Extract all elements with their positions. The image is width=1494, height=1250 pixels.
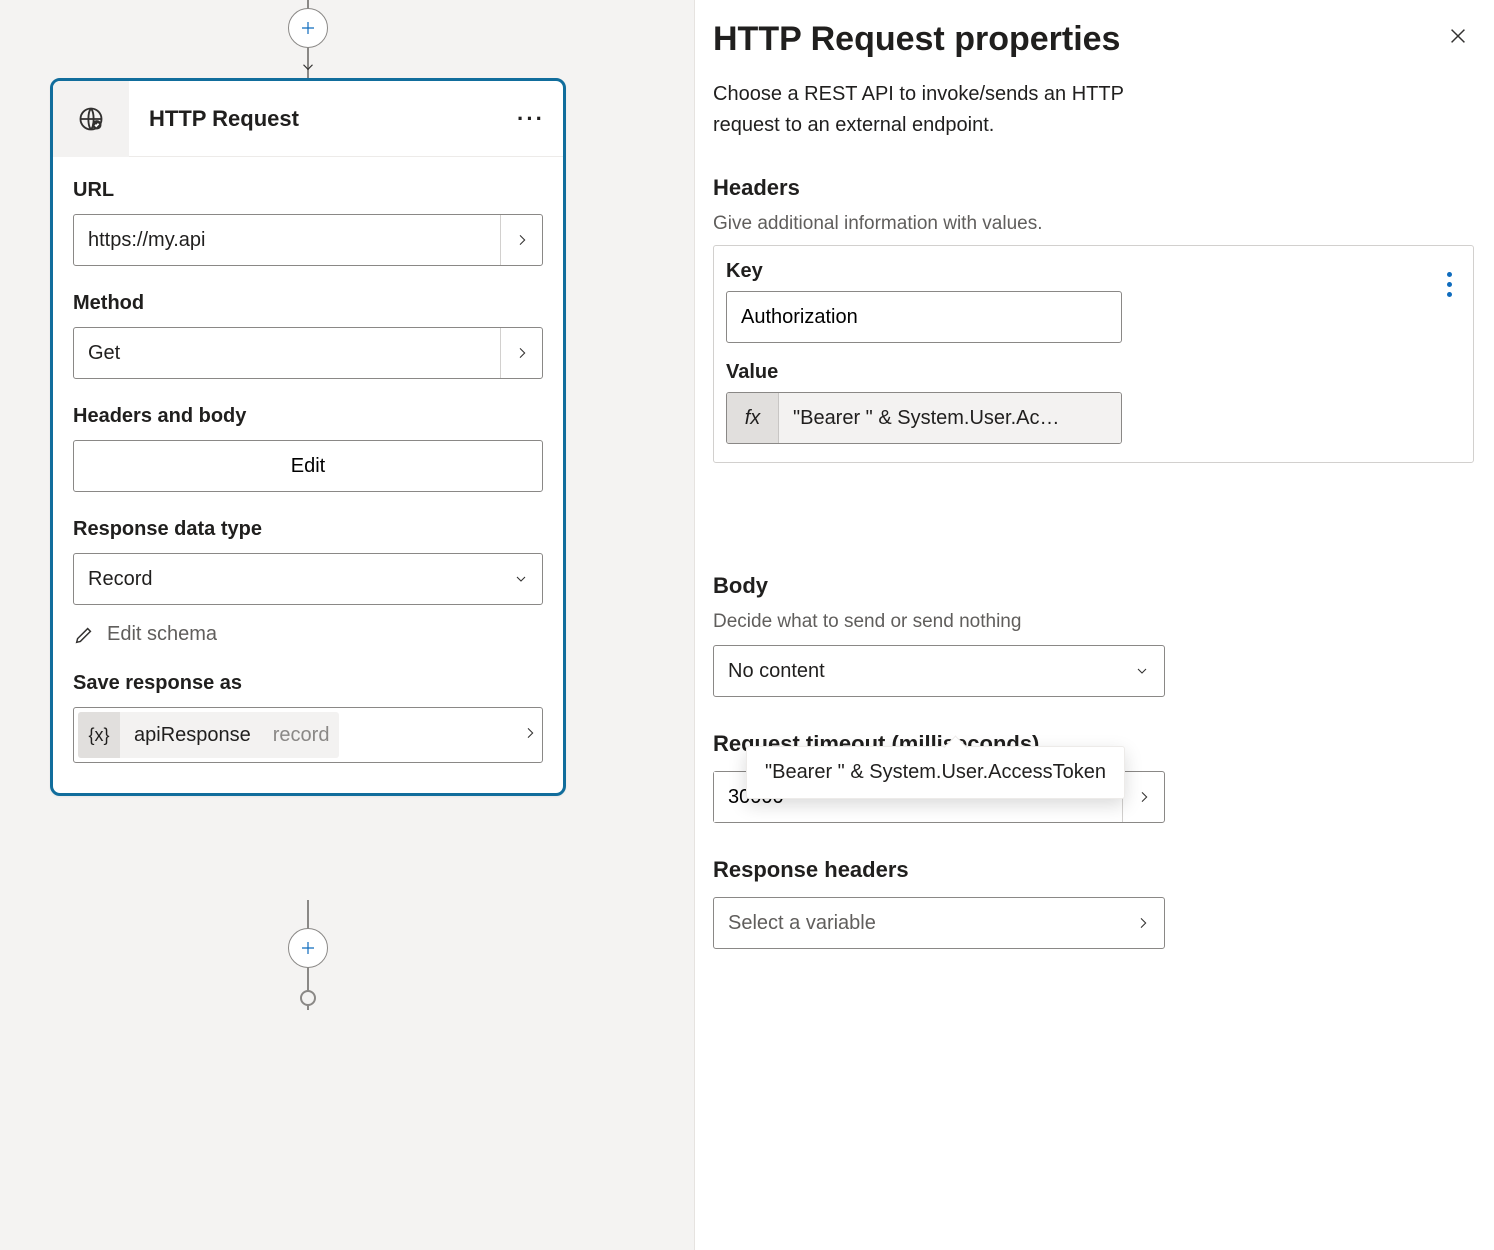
edit-schema-label: Edit schema [107,623,217,646]
variable-chip: {x} apiResponse record [78,712,339,758]
http-request-node[interactable]: HTTP Request ··· URL https://my.api Meth… [50,78,566,796]
variable-name: apiResponse [120,724,265,747]
save-as-expand-button[interactable] [522,725,538,746]
expression-tooltip: "Bearer " & System.User.AccessToken [746,746,1125,799]
url-field[interactable]: https://my.api [73,214,543,266]
response-headers-select[interactable]: Select a variable [713,897,1165,949]
add-step-button-top[interactable] [288,8,328,48]
method-value: Get [74,342,500,365]
variable-icon: {x} [78,712,120,758]
close-icon [1447,25,1469,47]
body-section-title: Body [713,573,1474,599]
close-panel-button[interactable] [1442,20,1474,52]
chevron-right-icon [514,345,530,361]
response-headers-placeholder: Select a variable [728,912,1122,935]
response-type-value: Record [74,568,500,591]
headers-body-label: Headers and body [73,405,543,428]
method-expand-button[interactable] [500,328,542,378]
chevron-right-icon [514,232,530,248]
body-value: No content [728,660,1134,683]
pencil-icon [73,624,95,646]
headers-section-subtitle: Give additional information with values. [713,213,1474,235]
chevron-right-icon [1136,789,1152,805]
headers-item: Key Value fx "Bearer " & System.User.Ac…… [713,245,1474,463]
node-title: HTTP Request [129,106,507,132]
plus-icon [299,939,317,957]
http-icon [53,81,129,157]
variable-type: record [265,724,330,747]
header-key-input[interactable] [726,291,1122,343]
panel-title: HTTP Request properties [713,20,1120,59]
body-select[interactable]: No content [713,645,1165,697]
response-headers-title: Response headers [713,857,1474,883]
method-field[interactable]: Get [73,327,543,379]
save-as-label: Save response as [73,672,543,695]
properties-panel: HTTP Request properties Choose a REST AP… [694,0,1494,1250]
body-section-subtitle: Decide what to send or send nothing [713,611,1474,633]
node-more-button[interactable]: ··· [507,95,555,143]
save-response-field[interactable]: {x} apiResponse record [73,707,543,763]
response-type-label: Response data type [73,518,543,541]
chevron-right-icon [1122,915,1164,931]
response-type-select[interactable]: Record [73,553,543,605]
url-label: URL [73,179,543,202]
chevron-down-icon [500,571,542,587]
plus-icon [299,19,317,37]
headers-section-title: Headers [713,175,1474,201]
url-expand-button[interactable] [500,215,542,265]
method-label: Method [73,292,543,315]
node-body: URL https://my.api Method Get Headers an… [53,157,563,793]
node-header: HTTP Request ··· [53,81,563,157]
panel-description: Choose a REST API to invoke/sends an HTT… [713,79,1173,141]
fx-icon: fx [727,393,779,443]
header-value-input[interactable]: fx "Bearer " & System.User.Ac… [726,392,1122,444]
flow-end-node [300,990,316,1006]
url-value: https://my.api [74,229,500,252]
header-key-label: Key [726,260,1461,283]
edit-headers-body-button[interactable]: Edit [73,440,543,492]
edit-schema-link[interactable]: Edit schema [73,623,543,646]
header-value-expression: "Bearer " & System.User.Ac… [779,393,1121,443]
timeout-expand-button[interactable] [1122,772,1164,822]
header-value-label: Value [726,361,1461,384]
add-step-button-bottom[interactable] [288,928,328,968]
header-item-more-button[interactable] [1435,264,1463,304]
chevron-down-icon [1134,663,1150,679]
flow-canvas: HTTP Request ··· URL https://my.api Meth… [0,0,694,1250]
chevron-right-icon [522,725,538,741]
